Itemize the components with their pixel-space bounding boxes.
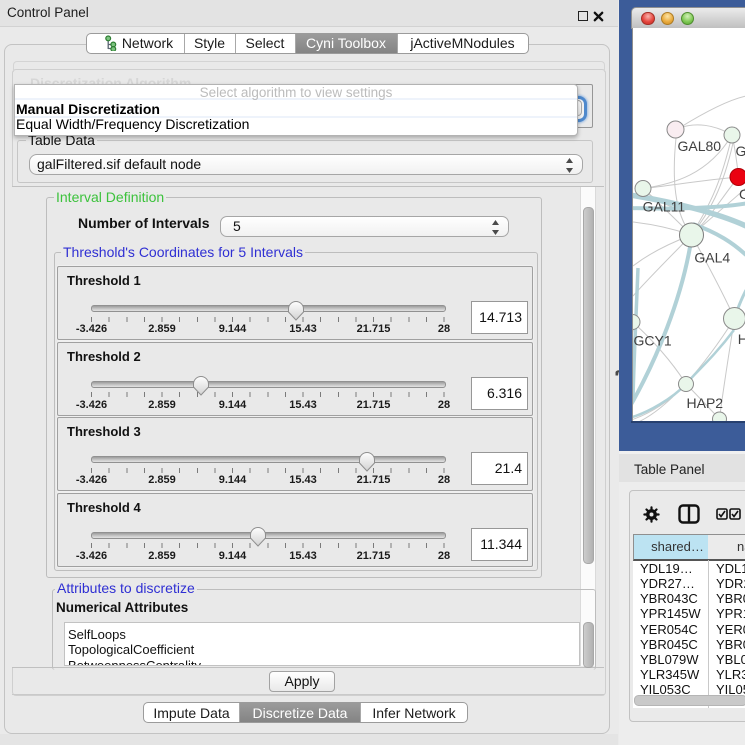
svg-text:HAP2: HAP2: [687, 395, 724, 411]
svg-text:HI: HI: [738, 331, 745, 347]
svg-text:GA: GA: [736, 143, 745, 159]
svg-text:GAL4: GAL4: [694, 250, 730, 266]
svg-text:GAL80: GAL80: [678, 138, 722, 154]
svg-text:GCY1: GCY1: [634, 333, 672, 349]
svg-text:GAL11: GAL11: [643, 199, 686, 215]
svg-text:C: C: [739, 186, 745, 202]
